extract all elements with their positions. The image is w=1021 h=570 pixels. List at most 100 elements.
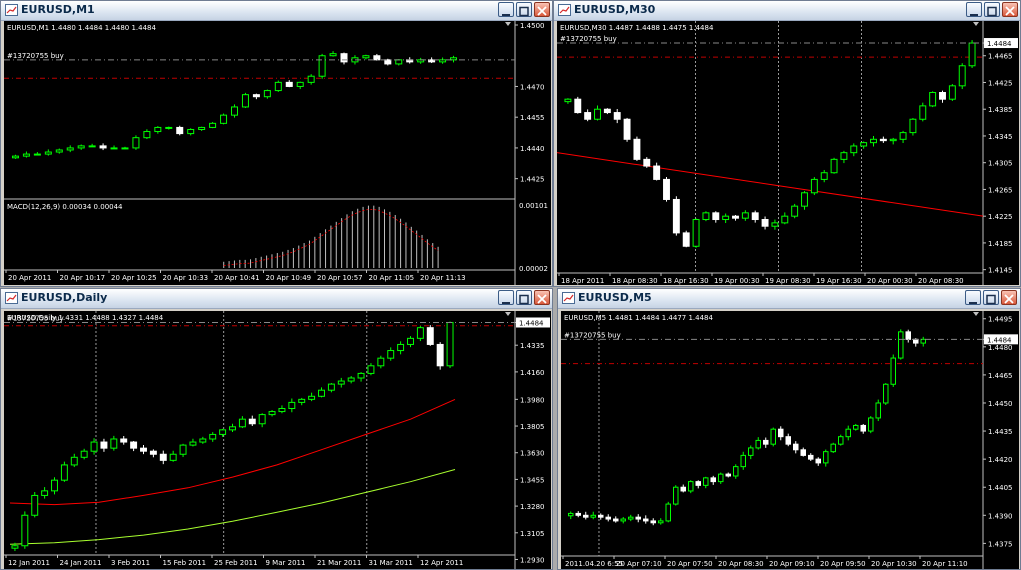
candle-body xyxy=(741,212,749,219)
candle-body xyxy=(793,443,799,451)
candle-body xyxy=(209,433,217,440)
candle-body xyxy=(140,447,147,452)
candle-body xyxy=(823,451,829,464)
chart-svg: EURUSD,M5 1.4481 1.4484 1.4477 1.4484 #13… xyxy=(561,311,1018,569)
window-titlebar[interactable]: EURUSD,M30 xyxy=(554,1,1020,21)
candle-body xyxy=(298,398,306,403)
candle-body xyxy=(11,155,19,159)
close-icon xyxy=(537,6,547,16)
candle-body xyxy=(176,126,184,135)
candle-body xyxy=(288,401,296,410)
chart-window-m5[interactable]: EURUSD,M5 EURUSD,M5 1.4481 1.4484 1.4477… xyxy=(557,288,1021,570)
candle-body xyxy=(66,147,74,151)
price-tick-label: 1.4450 xyxy=(988,400,1013,408)
candle-body xyxy=(763,439,769,445)
candle-body xyxy=(850,145,858,154)
candle-body xyxy=(189,441,197,446)
chart-window-daily[interactable]: EURUSD,Daily EURUSD,Daily 1.4331 1.4488 … xyxy=(0,288,553,570)
candle-body xyxy=(80,450,88,458)
maximize-icon xyxy=(987,6,997,17)
candle-body xyxy=(60,464,68,481)
price-tick-label: 1.3105 xyxy=(520,530,545,538)
price-tick-label: 1.4145 xyxy=(988,267,1013,275)
close-button[interactable] xyxy=(1002,2,1018,17)
close-button[interactable] xyxy=(1001,290,1017,305)
candle-body xyxy=(436,343,444,367)
price-chart[interactable]: EURUSD,M30 1.4487 1.4488 1.4475 1.4484 #1… xyxy=(557,21,1019,285)
price-chart[interactable]: EURUSD,M1 1.4480 1.4484 1.4480 1.4484 #13… xyxy=(4,21,551,285)
close-button[interactable] xyxy=(534,290,550,305)
candle-body xyxy=(948,85,956,100)
candle-body xyxy=(665,503,671,522)
candle-body xyxy=(838,436,844,445)
time-tick-label: 21 Mar 2011 xyxy=(317,559,361,567)
price-tick-label: 1.4335 xyxy=(520,342,545,350)
candle-body xyxy=(55,149,63,153)
candle-body xyxy=(583,514,589,518)
candle-body xyxy=(21,514,29,547)
candle-body xyxy=(377,357,385,367)
symbol-info: EURUSD,M30 1.4487 1.4488 1.4475 1.4484 xyxy=(560,24,714,32)
order-label: #13720755 buy xyxy=(7,314,64,322)
minimize-icon xyxy=(970,14,978,16)
window-title: EURUSD,Daily xyxy=(21,291,108,304)
candle-body xyxy=(590,514,596,518)
minimize-button[interactable] xyxy=(498,290,514,305)
price-tick-label: 1.4385 xyxy=(988,106,1013,114)
candle-body xyxy=(800,449,806,456)
candle-body xyxy=(879,138,887,142)
candle-body xyxy=(100,441,108,449)
price-tick-label: 1.4390 xyxy=(988,512,1013,520)
chart-shift-marker xyxy=(973,312,979,316)
minimize-icon xyxy=(969,302,977,304)
candle-body xyxy=(722,215,730,221)
price-tick-label: 1.4265 xyxy=(988,186,1013,194)
chart-window-icon xyxy=(558,4,571,16)
close-button[interactable] xyxy=(534,2,550,17)
minimize-icon xyxy=(502,14,510,16)
candle-body xyxy=(397,343,405,352)
candle-body xyxy=(11,545,19,549)
candle-body xyxy=(77,145,85,149)
current-price-label: 1.4484 xyxy=(987,40,1012,48)
window-titlebar[interactable]: EURUSD,M1 xyxy=(1,1,552,21)
price-chart[interactable]: EURUSD,M5 1.4481 1.4484 1.4477 1.4484 #13… xyxy=(561,311,1019,569)
chart-svg: EURUSD,M30 1.4487 1.4488 1.4475 1.4484 #1… xyxy=(557,21,1018,285)
time-tick-label: 20 Apr 10:30 xyxy=(871,560,917,568)
chart-window-icon xyxy=(5,4,18,16)
minimize-button[interactable] xyxy=(965,290,981,305)
chart-shift-marker xyxy=(973,22,979,26)
time-tick-label: 20 Apr 10:17 xyxy=(60,274,106,282)
candle-body xyxy=(564,98,572,103)
minimize-button[interactable] xyxy=(966,2,982,17)
price-chart[interactable]: EURUSD,Daily 1.4331 1.4488 1.4327 1.4484… xyxy=(4,311,551,569)
minimize-icon xyxy=(502,302,510,304)
candle-body xyxy=(695,481,701,486)
candle-body xyxy=(755,439,761,449)
maximize-button[interactable] xyxy=(984,2,1000,17)
moving-average-line xyxy=(557,152,984,217)
time-tick-label: 20 Apr 10:41 xyxy=(214,274,260,282)
window-titlebar[interactable]: EURUSD,M5 xyxy=(558,289,1020,309)
close-icon xyxy=(1004,294,1014,304)
minimize-button[interactable] xyxy=(498,2,514,17)
candle-body xyxy=(860,142,868,147)
candle-body xyxy=(718,473,724,483)
candle-body xyxy=(154,126,162,133)
candle-body xyxy=(132,137,140,149)
candle-body xyxy=(870,138,877,144)
window-titlebar[interactable]: EURUSD,Daily xyxy=(1,289,552,309)
chart-shift-marker xyxy=(505,22,511,26)
window-title: EURUSD,M30 xyxy=(574,3,656,16)
candle-body xyxy=(231,106,238,116)
candle-body xyxy=(149,450,157,455)
maximize-button[interactable] xyxy=(516,2,532,17)
time-tick-label: 20 Apr 10:49 xyxy=(266,274,312,282)
chart-window-m30[interactable]: EURUSD,M30 EURUSD,M30 1.4487 1.4488 1.44… xyxy=(553,0,1021,287)
candle-body xyxy=(395,59,403,65)
candle-body xyxy=(33,153,41,156)
maximize-button[interactable] xyxy=(983,290,999,305)
chart-window-m1[interactable]: EURUSD,M1 EURUSD,M1 1.4480 1.4484 1.4480… xyxy=(0,0,553,287)
price-tick-label: 1.4425 xyxy=(988,79,1013,87)
maximize-button[interactable] xyxy=(516,290,532,305)
